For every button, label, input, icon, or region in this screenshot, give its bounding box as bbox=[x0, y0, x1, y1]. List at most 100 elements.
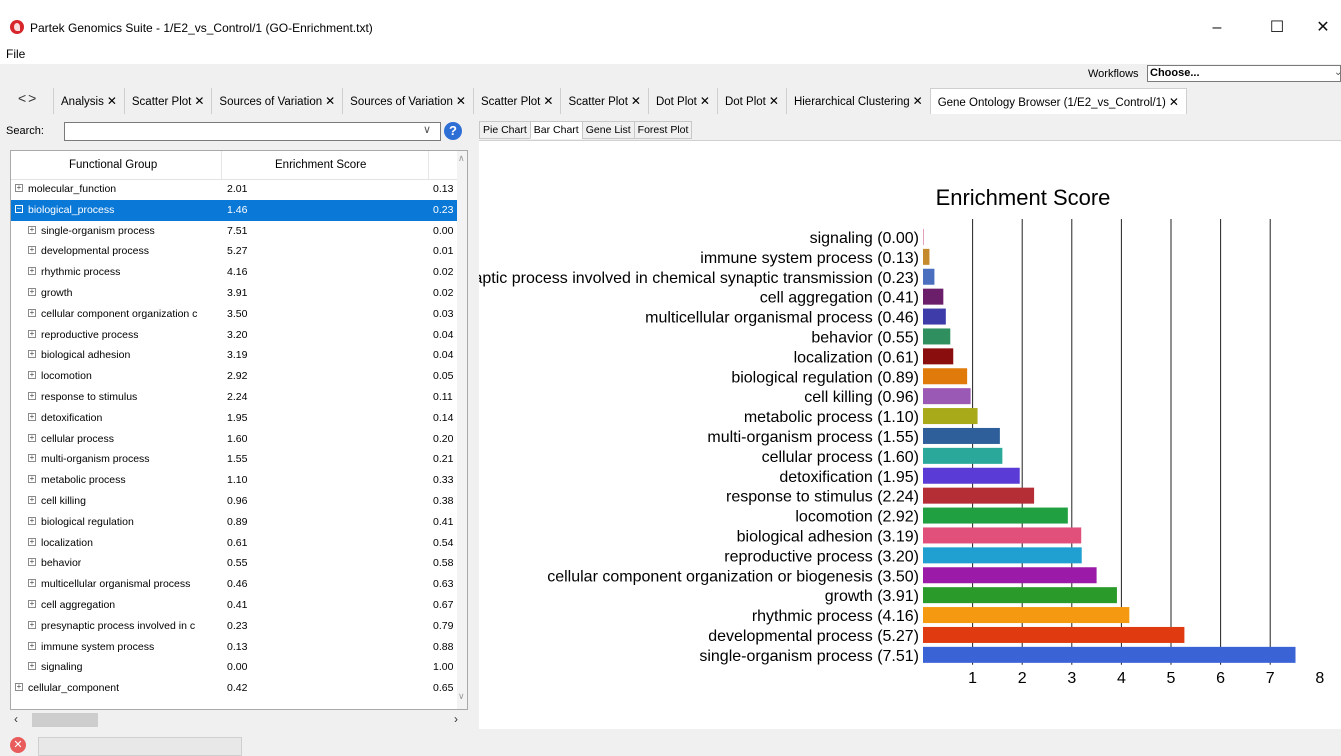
expand-icon[interactable]: + bbox=[28, 412, 36, 421]
close-tab-icon[interactable]: ✕ bbox=[194, 94, 204, 108]
expand-icon[interactable]: + bbox=[28, 475, 36, 484]
expand-icon[interactable]: + bbox=[28, 537, 36, 546]
row-enrichment-score: 0.55 bbox=[227, 557, 248, 570]
expand-icon[interactable]: + bbox=[28, 287, 36, 296]
expand-icon[interactable]: + bbox=[28, 391, 36, 400]
tab-dot-plot[interactable]: Dot Plot ✕ bbox=[716, 88, 786, 114]
table-row[interactable]: + immune system process 0.13 0.88 bbox=[11, 637, 457, 658]
tab-sources-of-variation[interactable]: Sources of Variation ✕ bbox=[342, 88, 473, 114]
expand-icon[interactable]: + bbox=[28, 267, 36, 276]
expand-icon[interactable]: + bbox=[28, 662, 36, 671]
table-row[interactable]: + presynaptic process involved in c 0.23 0.… bbox=[11, 616, 457, 637]
expand-icon[interactable]: + bbox=[28, 579, 36, 588]
scroll-up-icon[interactable]: ∧ bbox=[458, 153, 465, 164]
expand-icon[interactable]: + bbox=[15, 184, 23, 192]
tab-label: Scatter Plot bbox=[480, 96, 541, 108]
horizontal-scroll-thumb[interactable] bbox=[32, 713, 98, 727]
expand-icon[interactable]: + bbox=[28, 495, 36, 504]
close-tab-icon[interactable]: ✕ bbox=[1169, 95, 1179, 109]
table-row[interactable]: + biological adhesion 3.19 0.04 bbox=[11, 345, 457, 366]
expand-icon[interactable]: + bbox=[28, 454, 36, 463]
expand-icon[interactable]: + bbox=[28, 599, 36, 608]
expand-icon[interactable]: + bbox=[28, 641, 36, 650]
table-row[interactable]: + cellular_component 0.42 0.65 bbox=[11, 678, 457, 699]
scroll-left-icon[interactable]: ‹ bbox=[14, 712, 18, 726]
subtab-bar-chart[interactable]: Bar Chart bbox=[529, 121, 582, 139]
help-icon[interactable]: ? bbox=[444, 122, 462, 140]
table-row[interactable]: + biological regulation 0.89 0.41 bbox=[11, 512, 457, 533]
chevron-down-icon[interactable]: ⌄ bbox=[1334, 67, 1341, 78]
search-input[interactable] bbox=[64, 122, 441, 141]
expand-icon[interactable]: + bbox=[28, 371, 36, 380]
table-row[interactable]: − biological_process 1.46 0.23 bbox=[11, 199, 457, 221]
subtab-gene-list[interactable]: Gene List bbox=[581, 121, 634, 139]
vertical-scrollbar[interactable]: ∧ ∨ bbox=[457, 151, 467, 709]
table-row[interactable]: + locomotion 2.92 0.05 bbox=[11, 366, 457, 387]
enrichment-bar-chart: Enrichment Score 1 2 3 4 5 6 7 8 signaling (0.00)… bbox=[479, 185, 1324, 687]
table-row[interactable]: + multi-organism process 1.55 0.21 bbox=[11, 449, 457, 470]
close-tab-icon[interactable]: ✕ bbox=[769, 94, 779, 108]
expand-icon[interactable]: + bbox=[28, 620, 36, 629]
table-row[interactable]: + single-organism process 7.51 0.00 bbox=[11, 221, 457, 242]
column-header-functional-group[interactable]: Functional Group bbox=[69, 159, 157, 171]
close-tab-icon[interactable]: ✕ bbox=[543, 94, 553, 108]
table-row[interactable]: + growth 3.91 0.02 bbox=[11, 283, 457, 304]
table-row[interactable]: + reproductive process 3.20 0.04 bbox=[11, 325, 457, 346]
close-tab-icon[interactable]: ✕ bbox=[107, 94, 117, 108]
expand-icon[interactable]: + bbox=[28, 433, 36, 442]
expand-icon[interactable]: + bbox=[28, 246, 36, 255]
close-tab-icon[interactable]: ✕ bbox=[456, 94, 466, 108]
table-row[interactable]: + multicellular organismal process 0.46 0.6… bbox=[11, 574, 457, 595]
workflows-select[interactable]: Choose... bbox=[1147, 65, 1341, 82]
table-row[interactable]: + cell killing 0.96 0.38 bbox=[11, 491, 457, 512]
table-row[interactable]: + cell aggregation 0.41 0.67 bbox=[11, 595, 457, 616]
scroll-down-icon[interactable]: ∨ bbox=[458, 691, 465, 702]
table-row[interactable]: + behavior 0.55 0.58 bbox=[11, 553, 457, 574]
expand-icon[interactable]: + bbox=[28, 558, 36, 567]
bar bbox=[923, 228, 924, 245]
close-tab-icon[interactable]: ✕ bbox=[631, 94, 641, 108]
expand-icon[interactable]: + bbox=[28, 329, 36, 338]
table-row[interactable]: + molecular_function 2.01 0.13 bbox=[11, 179, 457, 200]
tab-dot-plot[interactable]: Dot Plot ✕ bbox=[647, 88, 717, 114]
table-row[interactable]: + metabolic process 1.10 0.33 bbox=[11, 470, 457, 491]
close-window-button[interactable]: ✕ bbox=[1300, 14, 1341, 42]
table-row[interactable]: + detoxification 1.95 0.14 bbox=[11, 408, 457, 429]
tab-hierarchical-clustering[interactable]: Hierarchical Clustering ✕ bbox=[785, 88, 930, 114]
subtab-forest-plot[interactable]: Forest Plot bbox=[633, 121, 693, 139]
maximize-button[interactable]: ☐ bbox=[1254, 14, 1300, 42]
tab-sources-of-variation[interactable]: Sources of Variation ✕ bbox=[211, 88, 342, 114]
bar bbox=[923, 248, 930, 265]
expand-icon[interactable]: + bbox=[15, 683, 23, 692]
table-row[interactable]: + cellular process 1.60 0.20 bbox=[11, 429, 457, 450]
table-row[interactable]: + developmental process 5.27 0.01 bbox=[11, 241, 457, 262]
tab-gene-ontology-browser-1-e2-vs-control-1[interactable]: Gene Ontology Browser (1/E2_vs_Control/1… bbox=[929, 88, 1187, 114]
search-dropdown-icon[interactable]: ∨ bbox=[423, 123, 431, 136]
tab-scroll-arrows-icon[interactable]: <> bbox=[18, 90, 38, 106]
table-row[interactable]: + response to stimulus 2.24 0.11 bbox=[11, 387, 457, 408]
expand-icon[interactable]: + bbox=[28, 350, 36, 359]
table-row[interactable]: + cellular component organization c 3.50 0.… bbox=[11, 304, 457, 325]
table-row[interactable]: + signaling 0.00 1.00 bbox=[11, 657, 457, 678]
row-p-value: 0.63 bbox=[433, 578, 454, 591]
menu-file[interactable]: File bbox=[6, 47, 25, 61]
tab-analysis[interactable]: Analysis ✕ bbox=[53, 88, 124, 114]
tab-scatter-plot[interactable]: Scatter Plot ✕ bbox=[123, 88, 212, 114]
minimize-button[interactable]: – bbox=[1194, 14, 1240, 42]
scroll-right-icon[interactable]: › bbox=[454, 712, 458, 726]
column-header-enrichment-score[interactable]: Enrichment Score bbox=[275, 159, 366, 171]
table-row[interactable]: + localization 0.61 0.54 bbox=[11, 533, 457, 554]
row-enrichment-score: 0.41 bbox=[227, 598, 248, 611]
expand-icon[interactable]: + bbox=[28, 308, 36, 317]
tab-scatter-plot[interactable]: Scatter Plot ✕ bbox=[560, 88, 648, 114]
expand-icon[interactable]: + bbox=[28, 225, 36, 234]
collapse-icon[interactable]: − bbox=[15, 204, 23, 213]
close-tab-icon[interactable]: ✕ bbox=[700, 94, 710, 108]
error-status-icon[interactable]: ✕ bbox=[10, 737, 26, 753]
close-tab-icon[interactable]: ✕ bbox=[325, 94, 335, 108]
close-tab-icon[interactable]: ✕ bbox=[913, 94, 923, 108]
tab-scatter-plot[interactable]: Scatter Plot ✕ bbox=[472, 88, 561, 114]
expand-icon[interactable]: + bbox=[28, 516, 36, 525]
subtab-pie-chart[interactable]: Pie Chart bbox=[479, 121, 530, 139]
table-row[interactable]: + rhythmic process 4.16 0.02 bbox=[11, 262, 457, 283]
